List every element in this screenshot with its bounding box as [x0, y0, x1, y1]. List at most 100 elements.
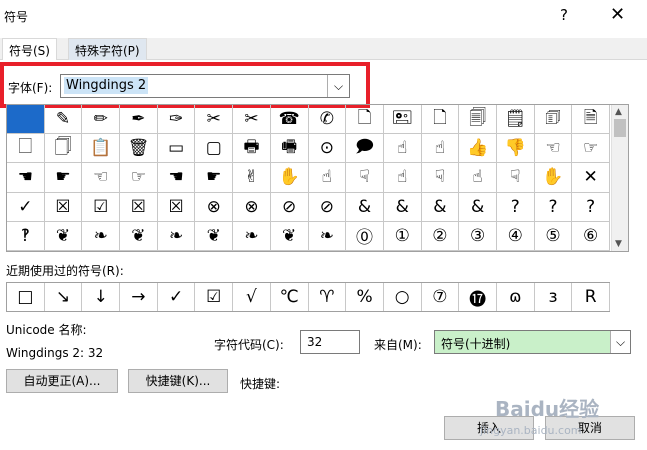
symbol-cell[interactable]: ❧ [82, 221, 121, 251]
recent-symbol-cell[interactable]: ↓ [82, 283, 121, 311]
symbol-cell[interactable]: ④ [496, 221, 535, 251]
symbol-cell[interactable]: ① [383, 221, 422, 251]
help-button[interactable]: ? [560, 6, 568, 24]
symbol-cell[interactable]: 🗍 [44, 134, 83, 164]
symbol-cell[interactable]: ▢ [195, 134, 234, 164]
symbol-cell[interactable]: ✑ [157, 105, 196, 135]
recent-symbol-cell[interactable]: ↘ [45, 283, 83, 311]
symbol-cell[interactable]: ☒ [157, 192, 196, 222]
symbol-cell[interactable]: 🗌 [7, 134, 45, 164]
symbol-cell[interactable]: ⑥ [572, 221, 610, 251]
symbol-cell[interactable]: ③ [459, 221, 497, 251]
autocorrect-button[interactable]: 自动更正(A)... [6, 369, 118, 393]
symbol-cell[interactable]: ❧ [308, 221, 347, 251]
symbol-cell[interactable]: ☚ [157, 163, 196, 193]
shortcut-key-button[interactable]: 快捷键(K)... [128, 369, 228, 393]
font-select[interactable]: Wingdings 2 ⌵ [60, 74, 350, 98]
symbol-cell[interactable]: ☞ [572, 134, 610, 164]
symbol-cell[interactable]: ☝ [383, 163, 422, 193]
symbol-cell[interactable]: ✋ [270, 163, 309, 193]
char-code-input[interactable]: 32 [300, 330, 360, 354]
symbol-cell[interactable]: 🗒 [496, 105, 535, 135]
symbol-cell[interactable]: 📋 [82, 134, 121, 164]
recent-symbol-cell[interactable]: ℃ [271, 283, 309, 311]
recent-symbol-cell[interactable]: ○ [384, 283, 422, 311]
close-button[interactable]: ✕ [610, 4, 625, 25]
symbol-cell[interactable]: ☝ [383, 134, 422, 164]
symbol-cell[interactable]: ✕ [572, 163, 610, 193]
recent-symbol-cell[interactable]: ɷ [497, 283, 535, 311]
symbol-cell[interactable]: ⊙ [308, 134, 347, 164]
symbol-cell[interactable]: ‽ [7, 221, 45, 251]
symbol-cell[interactable]: ✂ [195, 105, 234, 135]
symbol-cell[interactable]: ☑ [82, 192, 121, 222]
symbol-cell[interactable]: ☒ [44, 192, 83, 222]
symbol-cell[interactable]: ☟ [346, 163, 384, 193]
recent-symbol-cell[interactable]: □ [7, 283, 45, 311]
symbol-cell[interactable]: & [421, 192, 460, 222]
symbol-cell[interactable]: 🗎 [572, 105, 610, 135]
symbol-cell[interactable]: & [346, 192, 384, 222]
recent-symbol-cell[interactable]: √ [233, 283, 271, 311]
scroll-down-icon[interactable]: ▼ [615, 239, 622, 249]
symbol-cell[interactable]: 🗋 [346, 105, 384, 135]
symbol-cell[interactable]: ☚ [7, 163, 45, 193]
symbol-cell[interactable]: ☞ [120, 163, 158, 193]
symbol-cell[interactable]: ⓪ [346, 221, 384, 251]
symbol-cell[interactable]: ❦ [270, 221, 309, 251]
symbol-cell[interactable]: 🖷 [270, 134, 309, 164]
recent-symbol-cell[interactable]: ⓱ [459, 283, 497, 311]
symbol-cell[interactable]: ② [421, 221, 460, 251]
symbol-cell[interactable]: ✌ [233, 163, 271, 193]
symbol-cell[interactable]: ❦ [44, 221, 83, 251]
symbol-cell[interactable]: 🗊 [534, 105, 573, 135]
symbol-cell[interactable]: ⊗ [233, 192, 271, 222]
recent-symbol-cell[interactable]: % [346, 283, 384, 311]
symbol-cell[interactable]: 🖭 [383, 105, 422, 135]
symbol-cell[interactable]: ☝ [459, 163, 497, 193]
symbol-cell[interactable]: ✋ [534, 163, 573, 193]
chevron-down-icon[interactable]: ⌵ [327, 75, 349, 97]
symbol-cell[interactable]: 🗩 [346, 134, 384, 164]
scroll-up-icon[interactable]: ▲ [615, 107, 622, 117]
symbol-cell[interactable]: ✂ [233, 105, 271, 135]
symbol-cell[interactable]: ⊗ [195, 192, 234, 222]
tab-symbols[interactable]: 符号(S) [2, 38, 57, 61]
recent-symbol-cell[interactable]: ɜ [535, 283, 573, 311]
symbol-cell[interactable]: ⊘ [270, 192, 309, 222]
symbol-cell[interactable]: ? [534, 192, 573, 222]
chevron-down-icon[interactable]: ⌵ [610, 331, 630, 353]
symbol-cell[interactable]: ▭ [157, 134, 196, 164]
symbol-cell[interactable]: ☟ [496, 163, 535, 193]
symbol-cell[interactable]: ☝ [421, 134, 460, 164]
symbol-cell[interactable]: ☜ [534, 134, 573, 164]
symbol-cell[interactable]: ✎ [44, 105, 83, 135]
symbol-cell[interactable]: & [459, 192, 497, 222]
symbol-cell[interactable]: 🗐 [459, 105, 497, 135]
symbol-cell[interactable]: ☎ [270, 105, 309, 135]
symbol-cell[interactable]: ☝ [308, 163, 347, 193]
scroll-thumb[interactable] [614, 119, 626, 137]
symbol-cell[interactable]: ☛ [44, 163, 83, 193]
symbol-cell[interactable]: ❧ [157, 221, 196, 251]
tab-special-characters[interactable]: 特殊字符(P) [68, 38, 147, 60]
from-select[interactable]: 符号(十进制) ⌵ [434, 330, 631, 354]
grid-scrollbar[interactable]: ▲ ▼ [611, 105, 628, 251]
symbol-cell[interactable]: ? [496, 192, 535, 222]
recent-symbol-cell[interactable]: R [572, 283, 610, 311]
symbol-cell[interactable]: ☜ [82, 163, 121, 193]
recent-symbol-cell[interactable]: ☑ [195, 283, 234, 311]
symbol-cell[interactable]: ☒ [120, 192, 158, 222]
symbol-cell[interactable]: ☟ [421, 163, 460, 193]
symbol-cell[interactable]: 👎 [496, 134, 535, 164]
symbol-cell[interactable]: ✓ [7, 192, 45, 222]
symbol-cell[interactable]: 🖶 [233, 134, 271, 164]
symbol-cell[interactable]: 🗑 [120, 134, 158, 164]
symbol-cell[interactable]: ❦ [120, 221, 158, 251]
symbol-cell[interactable]: & [383, 192, 422, 222]
symbol-cell[interactable]: ✆ [308, 105, 347, 135]
symbol-cell[interactable] [7, 105, 45, 135]
symbol-cell[interactable]: ❧ [233, 221, 271, 251]
recent-symbol-cell[interactable]: ✓ [158, 283, 196, 311]
symbol-cell[interactable]: 🗋 [421, 105, 460, 135]
